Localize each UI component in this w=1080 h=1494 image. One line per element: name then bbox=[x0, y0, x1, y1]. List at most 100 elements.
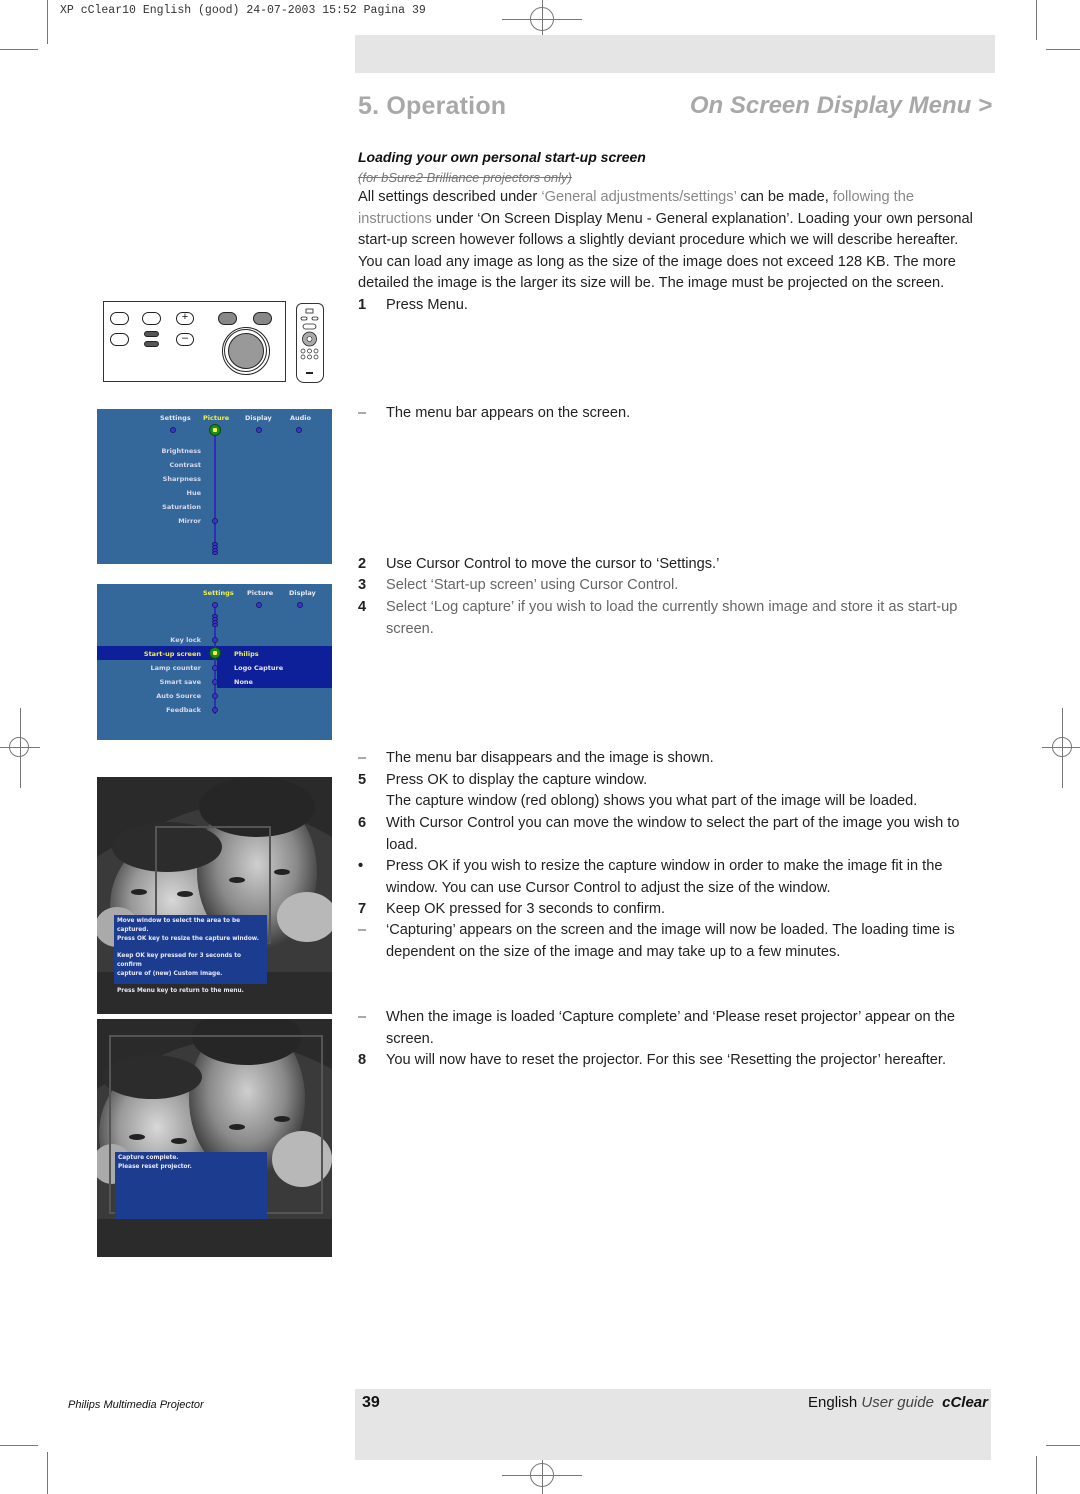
intro-text: All settings described under bbox=[358, 189, 542, 205]
crop-mark bbox=[47, 1452, 48, 1494]
osd-cursor-icon bbox=[209, 424, 221, 436]
osd-node-icon bbox=[212, 665, 218, 671]
footer-guide-label: English User guide cClear bbox=[808, 1394, 988, 1411]
step-number: 1 bbox=[358, 297, 367, 313]
osd-item-smart-save: Smart save bbox=[159, 678, 201, 686]
osd-menu-picture: Settings Picture Display Audio Brightnes… bbox=[97, 409, 332, 564]
capture-complete-box: Capture complete. Please reset projector… bbox=[115, 1152, 267, 1219]
step-item: 6 With Cursor Control you can move the wi… bbox=[358, 813, 983, 856]
intro-reference: ‘General adjustments/settings’ bbox=[541, 189, 737, 205]
osd-node-icon bbox=[212, 637, 218, 643]
footer-brand: cClear bbox=[942, 1394, 988, 1411]
osd-item-mirror: Mirror bbox=[178, 517, 201, 525]
projector-control-panel: + – bbox=[103, 301, 286, 382]
registration-mark-icon bbox=[530, 1463, 554, 1487]
osd-submenu-philips: Philips bbox=[234, 650, 259, 658]
menu-button-icon bbox=[218, 312, 237, 325]
step-item: 3 Select ‘Start-up screen’ using Cursor C… bbox=[358, 575, 983, 597]
osd-tab-picture: Picture bbox=[203, 414, 230, 422]
step-text: You will now have to reset the projector… bbox=[386, 1052, 946, 1068]
message-line: Capture complete. bbox=[118, 1155, 179, 1161]
section-subtitle: On Screen Display Menu > bbox=[689, 92, 992, 119]
osd-node-icon bbox=[212, 679, 218, 685]
message-line: Press OK key to resize the capture windo… bbox=[117, 936, 259, 942]
struck-note: (for bSure2 Brilliance projectors only) bbox=[358, 170, 572, 185]
osd-node-icon bbox=[256, 427, 262, 433]
step-text: ‘Capturing’ appears on the screen and th… bbox=[386, 922, 955, 960]
step-number: 2 bbox=[358, 556, 367, 572]
step-text: Press OK to display the capture window. bbox=[386, 772, 648, 788]
osd-connector bbox=[214, 433, 216, 551]
osd-more-icon bbox=[212, 542, 218, 555]
step-item: 1 Press Menu. bbox=[358, 295, 983, 317]
osd-submenu-none: None bbox=[234, 678, 253, 686]
message-line: Keep OK key pressed for 3 seconds to con… bbox=[117, 953, 241, 968]
av-mute-button-icon bbox=[110, 312, 129, 325]
step-dash: – bbox=[358, 922, 367, 938]
header-band bbox=[355, 35, 995, 73]
osd-node-icon bbox=[256, 602, 262, 608]
crop-mark bbox=[47, 0, 48, 44]
capture-complete-photo: Capture complete. Please reset projector… bbox=[97, 1019, 332, 1257]
osd-tab-settings: Settings bbox=[160, 414, 191, 422]
osd-node-icon bbox=[212, 707, 218, 713]
step-text: Select ‘Log capture’ if you wish to load… bbox=[386, 599, 958, 637]
osd-node-icon bbox=[170, 427, 176, 433]
osd-submenu-logo-capture: Logo Capture bbox=[234, 664, 284, 672]
step-item: – ‘Capturing’ appears on the screen and t… bbox=[358, 920, 983, 963]
osd-item-key-lock: Key lock bbox=[170, 636, 201, 644]
intro-text: can be made, bbox=[736, 189, 833, 205]
step-item: The capture window (red oblong) shows yo… bbox=[358, 791, 983, 813]
cursor-pad bbox=[228, 333, 264, 369]
crop-mark bbox=[1036, 0, 1037, 40]
osd-tab-display: Display bbox=[289, 589, 316, 597]
osd-node-icon bbox=[212, 518, 218, 524]
step-number: 4 bbox=[358, 599, 367, 615]
step-item: 2 Use Cursor Control to move the cursor t… bbox=[358, 554, 983, 576]
step-dash: – bbox=[358, 750, 367, 766]
print-slug: XP cClear10 English (good) 24-07-2003 15… bbox=[60, 4, 426, 17]
step-item: 4 Select ‘Log capture’ if you wish to loa… bbox=[358, 597, 983, 640]
step-item: • Press OK if you wish to resize the capt… bbox=[358, 856, 983, 899]
registration-mark-icon bbox=[1052, 737, 1072, 757]
step-text: Keep OK pressed for 3 seconds to confirm… bbox=[386, 901, 666, 917]
crop-mark bbox=[0, 1445, 38, 1446]
step-text: When the image is loaded ‘Capture comple… bbox=[386, 1009, 955, 1047]
crop-mark bbox=[1046, 49, 1080, 50]
step-number: 6 bbox=[358, 815, 367, 831]
osd-item-brightness: Brightness bbox=[161, 447, 201, 455]
registration-mark-icon bbox=[9, 737, 29, 757]
step-text: The capture window (red oblong) shows yo… bbox=[386, 793, 918, 809]
step-text: Press OK if you wish to resize the captu… bbox=[386, 858, 943, 896]
step-dash: – bbox=[358, 405, 367, 421]
message-line: Move window to select the area to be cap… bbox=[117, 918, 241, 933]
osd-node-icon bbox=[212, 602, 218, 608]
registration-mark-icon bbox=[530, 7, 554, 31]
step-dash: – bbox=[358, 1009, 367, 1025]
source-button-icon bbox=[142, 312, 161, 325]
intro-text: under ‘On Screen Display Menu - General … bbox=[358, 210, 973, 292]
osd-item-hue: Hue bbox=[186, 489, 201, 497]
step-item: – The menu bar disappears and the image i… bbox=[358, 748, 983, 770]
osd-item-saturation: Saturation bbox=[162, 503, 201, 511]
standby-button-icon bbox=[110, 333, 129, 346]
step-text: The menu bar appears on the screen. bbox=[386, 405, 631, 421]
osd-tab-picture: Picture bbox=[247, 589, 274, 597]
message-line: capture of (new) Custom image. bbox=[117, 971, 223, 977]
step-number: 8 bbox=[358, 1052, 367, 1068]
osd-tab-display: Display bbox=[245, 414, 272, 422]
osd-more-icon bbox=[212, 614, 218, 627]
step-text: Select ‘Start-up screen’ using Cursor Co… bbox=[386, 577, 679, 593]
message-line: Press Menu key to return to the menu. bbox=[117, 988, 244, 994]
page-number: 39 bbox=[362, 1394, 380, 1411]
footer-guide: User guide bbox=[861, 1394, 934, 1411]
osd-item-contrast: Contrast bbox=[169, 461, 201, 469]
osd-cursor-icon bbox=[209, 647, 221, 659]
step-item: 5 Press OK to display the capture window. bbox=[358, 770, 983, 792]
intro-paragraph: All settings described under ‘General ad… bbox=[358, 187, 983, 295]
osd-item-auto-source: Auto Source bbox=[156, 692, 201, 700]
ok-button-icon bbox=[253, 312, 272, 325]
osd-node-icon bbox=[296, 427, 302, 433]
capture-window-photo: Move window to select the area to be cap… bbox=[97, 777, 332, 1014]
step-text: With Cursor Control you can move the win… bbox=[386, 815, 960, 853]
